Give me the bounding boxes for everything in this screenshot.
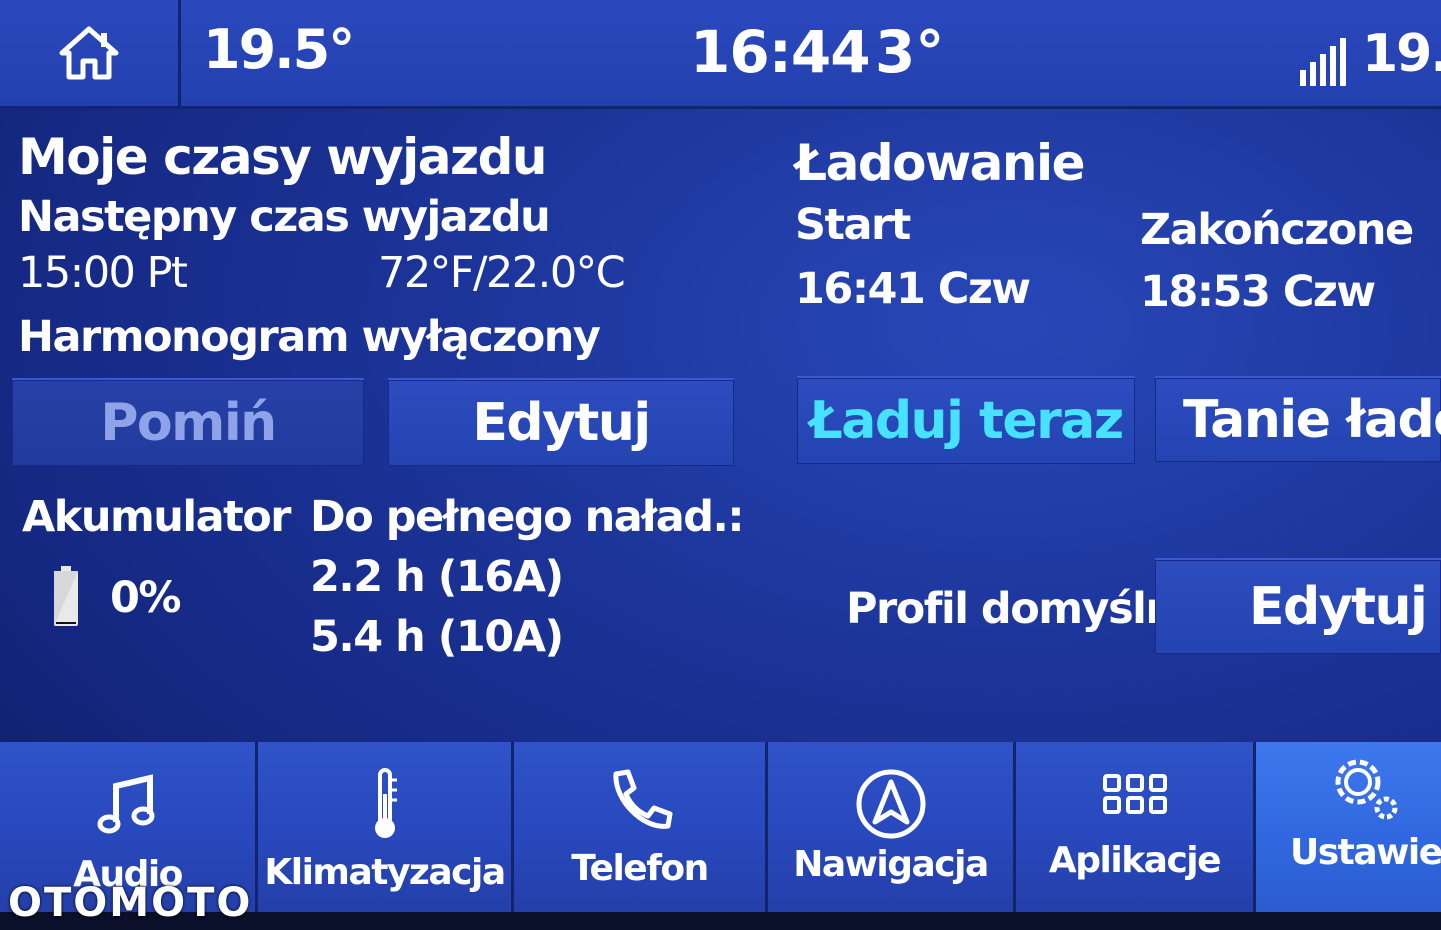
charge-now-button[interactable]: Ładuj teraz: [797, 376, 1135, 464]
home-icon: [59, 26, 119, 80]
nav-apps[interactable]: Aplikacje: [1016, 742, 1256, 912]
nav-phone[interactable]: Telefon: [514, 742, 768, 912]
thermometer-icon: [374, 768, 397, 838]
screen: 19.5° 16:44 3° 19.5 Moje czasy wyjazdu N…: [0, 0, 1441, 930]
cheap-charging-button[interactable]: Tanie ładow: [1155, 376, 1441, 462]
next-departure-time: 15:00 Pt: [18, 248, 188, 298]
navigation-icon: [856, 769, 925, 839]
next-departure-label: Następny czas wyjazdu: [18, 192, 551, 242]
departure-title: Moje czasy wyjazdu: [18, 128, 547, 186]
schedule-status: Harmonogram wyłączony: [18, 312, 601, 362]
edit-profile-button[interactable]: Edytuj: [1155, 558, 1441, 654]
nav-label-settings: Ustawienia: [1290, 832, 1441, 873]
apps-grid-icon: [1102, 774, 1167, 814]
nav-label-navigation: Nawigacja: [793, 844, 989, 885]
charging-title: Ładowanie: [795, 134, 1086, 192]
profile-label: Profil domyślny: [846, 584, 1203, 634]
nav-climate[interactable]: Klimatyzacja: [258, 742, 514, 912]
full-charge-time-16a: 2.2 h (16A): [310, 552, 564, 602]
gear-icon: [1335, 759, 1398, 820]
cabin-temperature[interactable]: 19.5°: [203, 18, 355, 81]
home-button[interactable]: [0, 0, 181, 106]
battery-level: 0%: [110, 573, 182, 623]
nav-label-climate: Klimatyzacja: [264, 852, 506, 893]
nav-label-phone: Telefon: [571, 848, 709, 889]
battery-label: Akumulator: [22, 492, 291, 542]
watermark: OTOMOTO: [8, 880, 253, 926]
charging-start-label: Start: [795, 200, 911, 250]
clock: 16:44: [690, 18, 871, 86]
full-charge-time-10a: 5.4 h (10A): [310, 612, 564, 662]
edit-departure-button[interactable]: Edytuj: [388, 378, 734, 466]
charging-end-time: 18:53 Czw: [1140, 267, 1376, 317]
music-note-icon: [97, 774, 154, 834]
full-charge-label: Do pełnego naład.:: [310, 492, 745, 542]
charging-end-label: Zakończone: [1140, 205, 1414, 255]
charging-start-time: 16:41 Czw: [795, 264, 1031, 314]
outside-temperature: 3°: [875, 18, 945, 86]
nav-settings[interactable]: Ustawienia: [1256, 742, 1441, 912]
nav-navigation[interactable]: Nawigacja: [768, 742, 1016, 912]
phone-icon: [612, 769, 672, 829]
nav-label-apps: Aplikacje: [1048, 840, 1222, 881]
skip-button[interactable]: Pomiń: [12, 378, 364, 466]
signal-strength-icon: [1300, 36, 1352, 86]
next-departure-temperature: 72°F/22.0°C: [378, 248, 626, 298]
status-value-right[interactable]: 19.5: [1362, 24, 1441, 84]
status-bar: 19.5° 16:44 3° 19.5: [0, 0, 1441, 109]
battery-icon: [54, 566, 78, 626]
